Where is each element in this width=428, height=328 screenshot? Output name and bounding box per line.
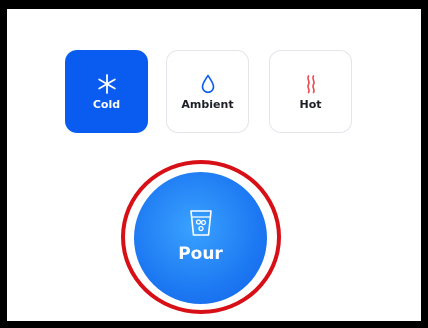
ambient-mode-label: Ambient: [181, 97, 234, 111]
dispenser-panel: Cold Ambient Hot Pour: [7, 9, 421, 321]
hot-mode-label: Hot: [299, 97, 322, 111]
droplet-icon: [201, 74, 214, 93]
ambient-mode-button[interactable]: Ambient: [166, 50, 249, 133]
steam-icon: [306, 74, 315, 93]
glass-icon: [189, 210, 212, 236]
hot-mode-button[interactable]: Hot: [269, 50, 352, 133]
pour-label: Pour: [178, 244, 223, 264]
cold-mode-button[interactable]: Cold: [65, 50, 148, 133]
pour-button[interactable]: Pour: [134, 172, 267, 304]
snowflake-icon: [97, 73, 116, 94]
cold-mode-label: Cold: [92, 97, 121, 111]
